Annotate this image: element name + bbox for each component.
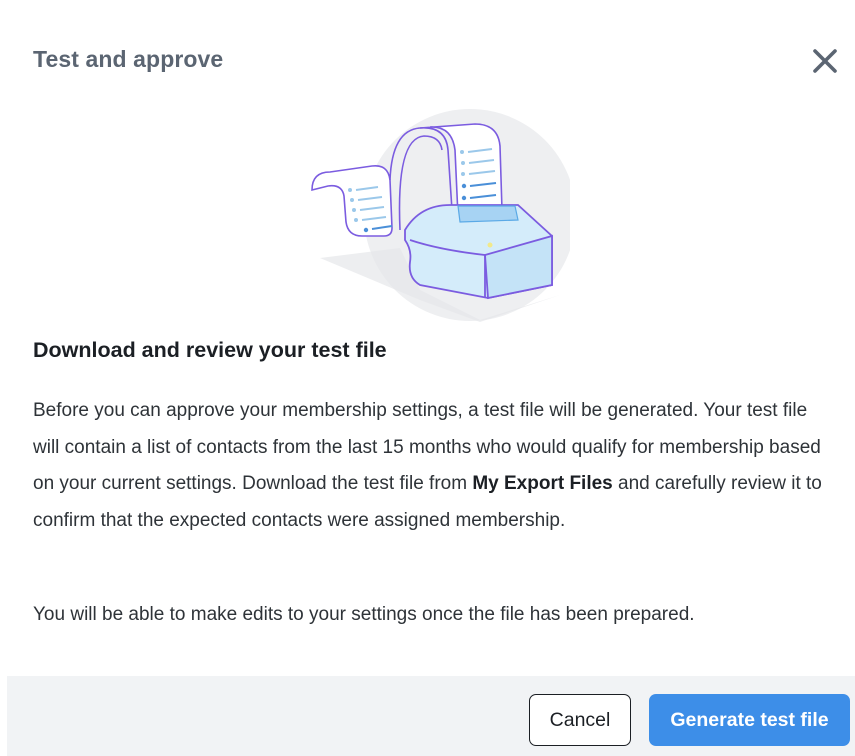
description-paragraph: Before you can approve your membership s…	[33, 393, 833, 539]
my-export-files-emphasis: My Export Files	[472, 473, 613, 494]
test-and-approve-modal: Test and approve Download and review you…	[0, 0, 855, 756]
close-button[interactable]	[808, 44, 842, 78]
edit-note: You will be able to make edits to your s…	[33, 604, 695, 625]
receipt-printer-illustration	[311, 109, 570, 322]
generate-test-file-button[interactable]: Generate test file	[649, 694, 850, 746]
modal-title: Test and approve	[33, 46, 224, 72]
cancel-button[interactable]: Cancel	[529, 694, 631, 746]
close-icon	[813, 49, 837, 73]
section-heading: Download and review your test file	[33, 338, 387, 362]
